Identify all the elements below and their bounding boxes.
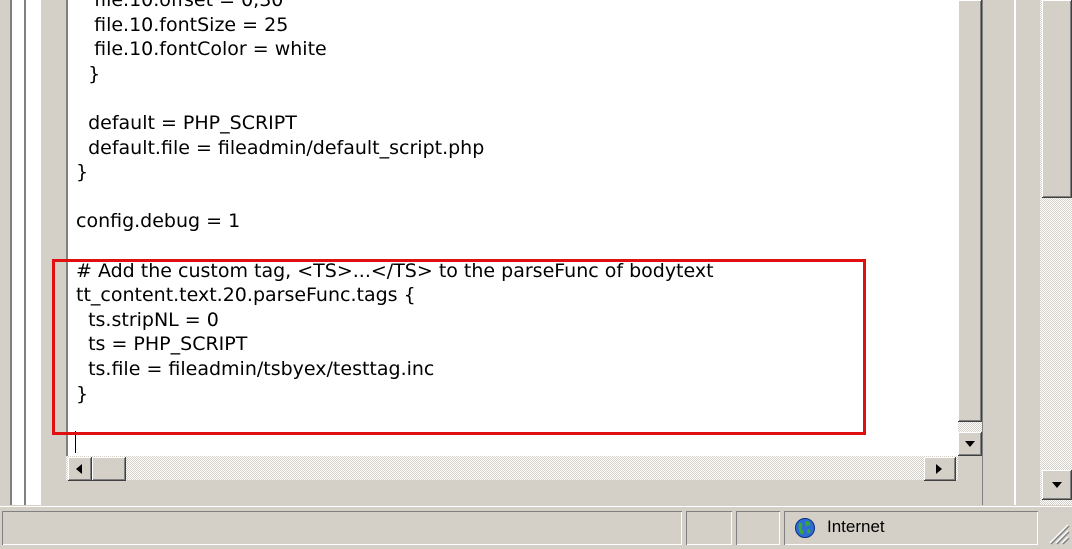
scroll-corner <box>958 456 982 480</box>
globe-icon <box>795 518 815 538</box>
chevron-left-icon <box>76 464 82 474</box>
left-page-margin-2 <box>26 0 40 505</box>
chevron-down-icon <box>1052 482 1062 488</box>
window-vscroll-thumb[interactable] <box>1042 0 1072 198</box>
editor-hscroll-thumb[interactable] <box>92 457 126 481</box>
status-progress-pane <box>686 511 732 545</box>
resize-grip-icon[interactable] <box>1046 521 1070 545</box>
left-frame <box>0 0 10 505</box>
chevron-down-icon <box>965 441 975 447</box>
editor-scroll-down-button[interactable] <box>958 432 982 456</box>
chevron-right-icon <box>936 464 942 474</box>
editor-scroll-right-button[interactable] <box>924 457 956 481</box>
status-zone-pane: Internet <box>784 511 1038 545</box>
highlight-box <box>52 259 866 435</box>
status-bar: Internet <box>0 506 1072 549</box>
right-page-margin <box>982 0 1015 505</box>
editor-hscroll-track[interactable] <box>66 456 958 480</box>
status-security-pane <box>736 511 780 545</box>
editor-scroll-left-button[interactable] <box>68 457 92 481</box>
zone-label: Internet <box>827 517 885 536</box>
left-page-margin <box>12 0 24 505</box>
editor-vscroll-thumb[interactable] <box>958 0 982 422</box>
status-text-pane <box>2 511 682 545</box>
browser-window: file.10.offset = 0,30 file.10.fontSize =… <box>0 0 1072 549</box>
window-scroll-down-button[interactable] <box>1042 470 1072 500</box>
window-right-border <box>1016 0 1040 505</box>
